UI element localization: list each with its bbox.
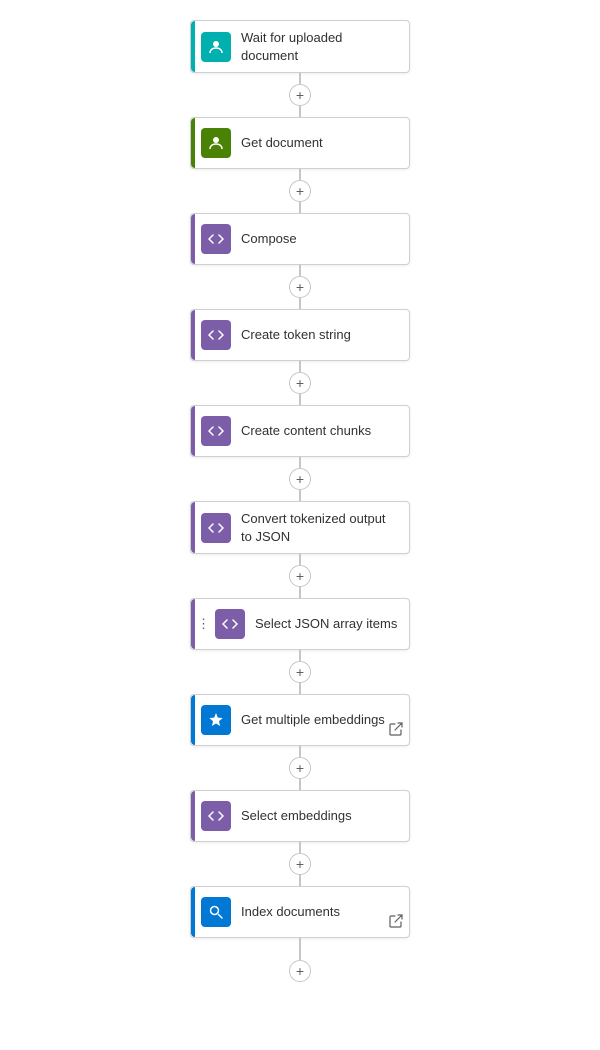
select-embeddings-label: Select embeddings — [241, 807, 352, 825]
connector-line-top — [299, 746, 301, 757]
connector-line-bottom — [299, 202, 301, 213]
step-card-compose[interactable]: Compose — [190, 213, 410, 265]
link-icon — [389, 914, 403, 931]
flow-container: Wait for uploaded document + Get document +… — [0, 20, 600, 982]
step-wrapper-wait-for-uploaded-document: Wait for uploaded document — [190, 20, 410, 73]
step-wrapper-index-documents: Index documents — [190, 886, 410, 938]
add-step-button[interactable]: + — [289, 853, 311, 875]
step-wrapper-convert-tokenized-output: Convert tokenized output to JSON — [190, 501, 410, 554]
select-json-array-items-icon — [215, 609, 245, 639]
link-icon — [389, 722, 403, 739]
index-documents-label: Index documents — [241, 903, 340, 921]
step-wrapper-create-content-chunks: Create content chunks — [190, 405, 410, 457]
connector-2: + — [289, 265, 311, 309]
add-step-button[interactable]: + — [289, 276, 311, 298]
connector-5: + — [289, 554, 311, 598]
add-step-button[interactable]: + — [289, 565, 311, 587]
connector-line-top — [299, 169, 301, 180]
add-step-button[interactable]: + — [289, 372, 311, 394]
connector-8: + — [289, 842, 311, 886]
convert-tokenized-output-icon — [201, 513, 231, 543]
get-multiple-embeddings-label: Get multiple embeddings — [241, 711, 385, 729]
connector-7: + — [289, 746, 311, 790]
select-embeddings-icon — [201, 801, 231, 831]
step-card-wait-for-uploaded-document[interactable]: Wait for uploaded document — [190, 20, 410, 73]
add-step-button[interactable]: + — [289, 757, 311, 779]
step-card-select-embeddings[interactable]: Select embeddings — [190, 790, 410, 842]
get-document-label: Get document — [241, 134, 323, 152]
connector-line-bottom — [299, 490, 301, 501]
step-card-create-token-string[interactable]: Create token string — [190, 309, 410, 361]
connector-0: + — [289, 73, 311, 117]
connector-line-top — [299, 650, 301, 661]
connector-6: + — [289, 650, 311, 694]
step-wrapper-get-multiple-embeddings: Get multiple embeddings — [190, 694, 410, 746]
wait-for-uploaded-document-label: Wait for uploaded document — [241, 29, 399, 64]
connector-4: + — [289, 457, 311, 501]
step-card-get-document[interactable]: Get document — [190, 117, 410, 169]
create-content-chunks-label: Create content chunks — [241, 422, 371, 440]
connector-line-bottom — [299, 683, 301, 694]
connector-line-top — [299, 554, 301, 565]
compose-label: Compose — [241, 230, 297, 248]
convert-tokenized-output-label: Convert tokenized output to JSON — [241, 510, 399, 545]
step-card-convert-tokenized-output[interactable]: Convert tokenized output to JSON — [190, 501, 410, 554]
create-token-string-icon — [201, 320, 231, 350]
create-content-chunks-icon — [201, 416, 231, 446]
wait-for-uploaded-document-icon — [201, 32, 231, 62]
step-card-select-json-array-items[interactable]: ⋮ Select JSON array items — [190, 598, 410, 650]
add-step-button[interactable]: + — [289, 661, 311, 683]
connector-line-bottom — [299, 298, 301, 309]
step-wrapper-select-embeddings: Select embeddings — [190, 790, 410, 842]
connector-1: + — [289, 169, 311, 213]
connector-line-top — [299, 265, 301, 276]
add-step-button[interactable]: + — [289, 468, 311, 490]
step-card-index-documents[interactable]: Index documents — [190, 886, 410, 938]
connector-line-bottom — [299, 106, 301, 117]
dots-icon: ⋮ — [197, 616, 210, 632]
select-json-array-items-label: Select JSON array items — [255, 615, 397, 633]
add-step-button[interactable]: + — [289, 84, 311, 106]
connector-line-top — [299, 457, 301, 468]
compose-icon — [201, 224, 231, 254]
connector-line-bottom — [299, 587, 301, 598]
index-documents-icon — [201, 897, 231, 927]
connector-line-top — [299, 938, 301, 960]
step-wrapper-compose: Compose — [190, 213, 410, 265]
add-step-button[interactable]: + — [289, 960, 311, 982]
connector-9: + — [289, 938, 311, 982]
connector-line-bottom — [299, 394, 301, 405]
step-wrapper-create-token-string: Create token string — [190, 309, 410, 361]
connector-line-top — [299, 73, 301, 84]
connector-line-bottom — [299, 875, 301, 886]
add-step-button[interactable]: + — [289, 180, 311, 202]
step-wrapper-get-document: Get document — [190, 117, 410, 169]
step-card-create-content-chunks[interactable]: Create content chunks — [190, 405, 410, 457]
step-wrapper-select-json-array-items: ⋮ Select JSON array items — [190, 598, 410, 650]
get-document-icon — [201, 128, 231, 158]
step-card-get-multiple-embeddings[interactable]: Get multiple embeddings — [190, 694, 410, 746]
create-token-string-label: Create token string — [241, 326, 351, 344]
connector-line-bottom — [299, 779, 301, 790]
connector-3: + — [289, 361, 311, 405]
get-multiple-embeddings-icon — [201, 705, 231, 735]
connector-line-top — [299, 842, 301, 853]
connector-line-top — [299, 361, 301, 372]
